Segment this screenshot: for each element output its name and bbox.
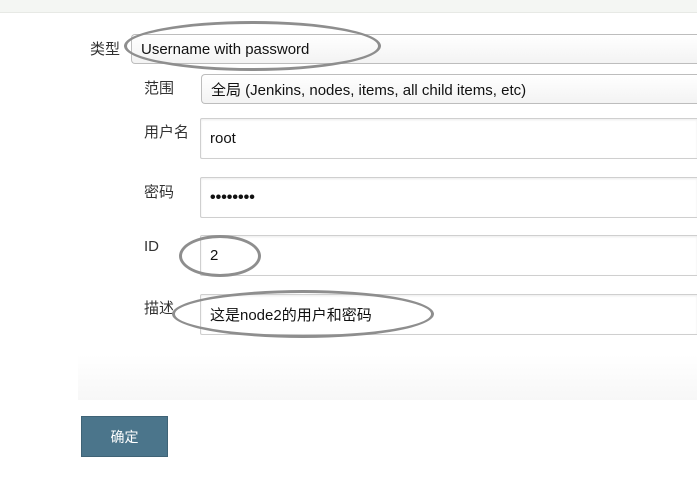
confirm-button[interactable]: 确定 — [81, 416, 168, 457]
description-label: 描述 — [144, 300, 175, 317]
id-label: ID — [144, 238, 159, 255]
top-bar — [0, 0, 697, 13]
description-value: 这是node2的用户和密码 — [210, 307, 372, 324]
id-value: 2 — [210, 247, 219, 264]
description-field[interactable]: 这是node2的用户和密码 — [200, 294, 697, 335]
username-field[interactable]: root — [200, 118, 697, 159]
username-value: root — [210, 130, 236, 147]
type-label: 类型 — [90, 41, 121, 58]
scope-label: 范围 — [144, 80, 175, 97]
scope-select[interactable]: 全局 (Jenkins, nodes, items, all child ite… — [201, 74, 697, 104]
password-label: 密码 — [144, 184, 175, 201]
type-select[interactable]: Username with password — [131, 34, 697, 64]
id-field[interactable]: 2 — [200, 235, 697, 276]
form-footer-panel — [78, 355, 697, 400]
username-label: 用户名 — [144, 124, 190, 141]
type-select-value: Username with password — [141, 40, 310, 58]
scope-select-value: 全局 (Jenkins, nodes, items, all child ite… — [211, 81, 527, 99]
password-field[interactable]: •••••••• — [200, 177, 697, 218]
password-value: •••••••• — [210, 188, 255, 206]
